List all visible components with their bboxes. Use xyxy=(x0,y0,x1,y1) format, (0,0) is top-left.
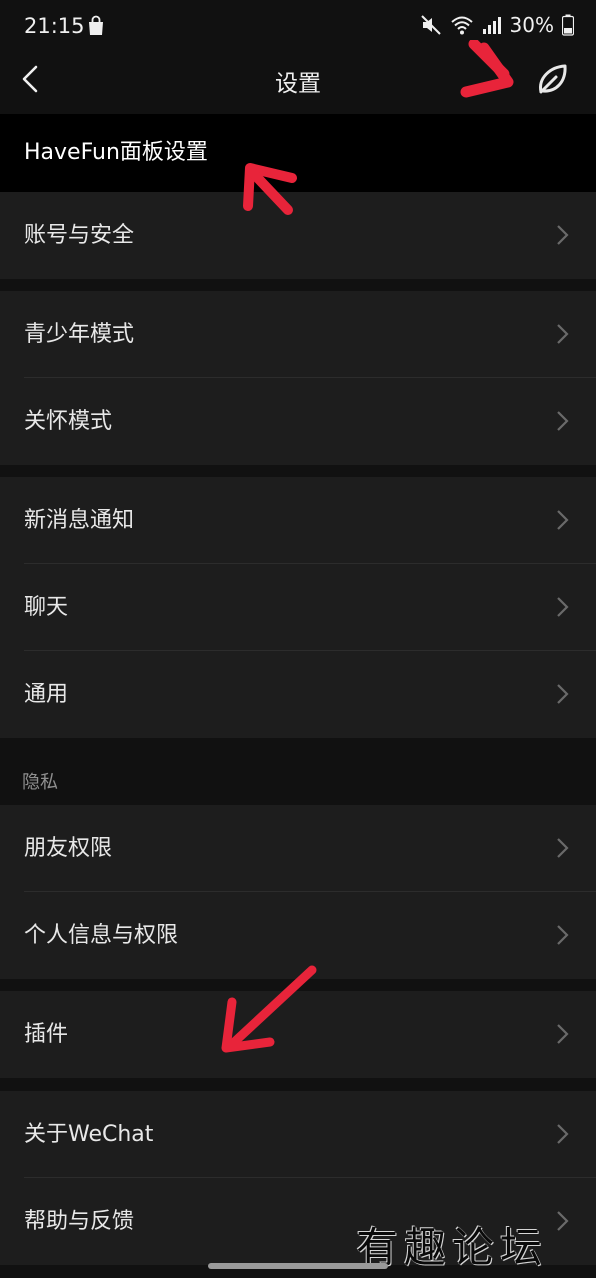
section-header-privacy: 隐私 xyxy=(22,772,58,793)
chevron-right-icon xyxy=(557,225,569,245)
row-label: HaveFun面板设置 xyxy=(24,140,208,165)
about-wechat-row[interactable]: 关于WeChat xyxy=(0,1091,596,1178)
mute-icon xyxy=(420,15,441,35)
chevron-right-icon xyxy=(557,1124,569,1144)
chevron-right-icon xyxy=(557,324,569,344)
status-time: 21:15 xyxy=(24,14,85,38)
chevron-right-icon xyxy=(557,1024,569,1044)
annotation-arrow-icon xyxy=(460,40,514,98)
battery-icon xyxy=(562,14,574,36)
chat-row[interactable]: 聊天 xyxy=(0,564,596,651)
annotation-arrow-icon xyxy=(243,163,297,215)
new-message-notification-row[interactable]: 新消息通知 xyxy=(0,477,596,564)
care-mode-row[interactable]: 关怀模式 xyxy=(0,378,596,465)
row-label: 通用 xyxy=(24,682,69,707)
chevron-right-icon xyxy=(557,684,569,704)
annotation-arrow-icon xyxy=(221,965,317,1053)
row-label: 青少年模式 xyxy=(24,322,135,347)
row-label: 聊天 xyxy=(24,595,69,620)
chevron-right-icon xyxy=(557,597,569,617)
row-label: 新消息通知 xyxy=(24,508,135,533)
wifi-icon xyxy=(450,16,473,35)
leaf-icon[interactable] xyxy=(532,60,572,100)
row-label: 插件 xyxy=(24,1022,69,1047)
signal-icon xyxy=(482,17,501,34)
row-label: 关怀模式 xyxy=(24,409,113,434)
chevron-right-icon xyxy=(557,838,569,858)
shopping-bag-icon xyxy=(89,15,103,35)
row-label: 个人信息与权限 xyxy=(24,923,179,948)
teen-mode-row[interactable]: 青少年模式 xyxy=(0,291,596,378)
chevron-right-icon xyxy=(557,411,569,431)
row-label: 账号与安全 xyxy=(24,223,135,248)
battery-percent: 30% xyxy=(509,13,554,37)
chevron-right-icon xyxy=(557,510,569,530)
friend-permissions-row[interactable]: 朋友权限 xyxy=(0,805,596,892)
general-row[interactable]: 通用 xyxy=(0,651,596,738)
row-label: 关于WeChat xyxy=(24,1122,154,1147)
chevron-right-icon xyxy=(557,1211,569,1231)
row-label: 帮助与反馈 xyxy=(24,1209,135,1234)
chevron-right-icon xyxy=(557,925,569,945)
home-indicator[interactable] xyxy=(208,1263,388,1269)
row-label: 朋友权限 xyxy=(24,836,113,861)
